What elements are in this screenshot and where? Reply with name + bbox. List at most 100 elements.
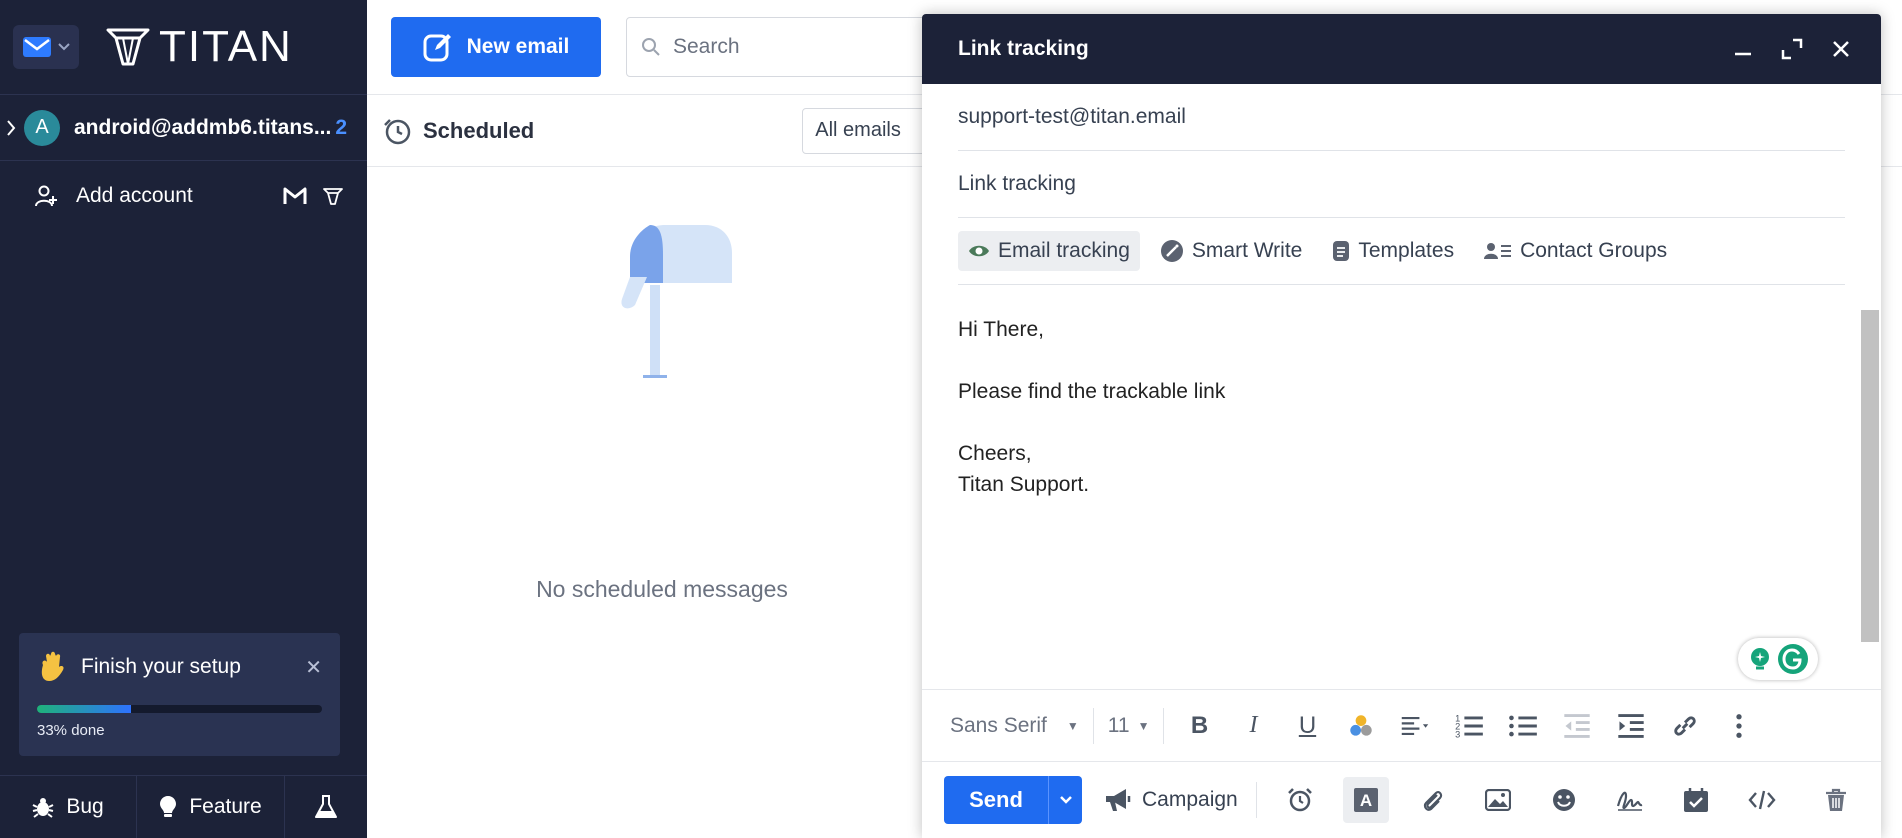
font-size-value: 11	[1107, 713, 1130, 737]
close-icon[interactable]	[1831, 39, 1851, 59]
body-line: Hi There,	[958, 318, 1044, 341]
contact-group-icon	[1484, 243, 1512, 259]
titan-logo: TITAN	[105, 22, 293, 72]
titan-small-icon[interactable]	[323, 186, 343, 206]
signature-icon	[1616, 791, 1643, 811]
body-line: Please find the trackable link	[958, 380, 1226, 403]
attach-button[interactable]	[1409, 777, 1455, 823]
avatar: A	[24, 109, 60, 146]
discard-draft-button[interactable]	[1813, 777, 1859, 823]
link-icon[interactable]	[1670, 711, 1700, 741]
text-format-toggle[interactable]: A	[1342, 777, 1389, 823]
message-body-editor[interactable]: Hi There, Please find the trackable link…	[958, 314, 1225, 500]
campaign-button[interactable]: Campaign	[1104, 787, 1238, 813]
setup-progress-fill	[37, 705, 132, 713]
flask-icon	[315, 795, 337, 818]
emoji-button[interactable]	[1541, 777, 1587, 823]
page-title: Scheduled	[423, 117, 535, 143]
contact-groups-button[interactable]: Contact Groups	[1474, 231, 1677, 271]
send-toolbar: Send Campaign A	[922, 762, 1881, 838]
emoji-icon	[1552, 789, 1575, 811]
trash-icon	[1826, 788, 1846, 811]
compose-tools-bar: Email tracking Smart Write Templates Con…	[958, 218, 1845, 285]
indent-icon[interactable]	[1616, 711, 1646, 741]
campaign-label: Campaign	[1142, 788, 1238, 811]
body-line: Titan Support.	[958, 473, 1090, 496]
smart-write-label: Smart Write	[1191, 239, 1303, 262]
compose-icon	[423, 34, 451, 62]
chevron-down-icon	[1059, 796, 1072, 804]
code-icon	[1748, 790, 1776, 810]
chevron-right-icon	[7, 119, 16, 136]
bug-label: Bug	[66, 795, 104, 818]
send-options-button[interactable]	[1048, 776, 1082, 824]
numbered-list-icon[interactable]: 123	[1454, 711, 1484, 741]
chevron-down-icon: ▼	[1066, 718, 1079, 733]
megaphone-icon	[1106, 789, 1131, 811]
setup-percent: 33% done	[37, 722, 105, 739]
close-icon[interactable]: ✕	[305, 655, 322, 680]
code-button[interactable]	[1739, 777, 1785, 823]
add-account-button[interactable]: Add account	[0, 161, 367, 231]
grammarly-suggestion-icon	[1751, 648, 1769, 670]
font-size-select[interactable]: 11 ▼	[1108, 714, 1150, 738]
calendar-check-icon	[1683, 788, 1708, 812]
chevron-down-icon: ▼	[1137, 718, 1150, 733]
grammarly-widget[interactable]	[1738, 638, 1818, 680]
to-field[interactable]: support-test@titan.email	[958, 84, 1845, 151]
font-family-select[interactable]: Sans Serif ▼	[950, 714, 1079, 738]
add-user-icon	[35, 185, 57, 207]
account-row[interactable]: A android@addmb6.titans... 2	[0, 95, 367, 161]
template-icon	[1333, 241, 1350, 261]
bug-report-button[interactable]: Bug	[0, 776, 137, 838]
formatting-toolbar: Sans Serif ▼ 11 ▼ B I U 123	[922, 689, 1881, 762]
image-icon	[1484, 789, 1511, 811]
bullet-list-icon[interactable]	[1508, 711, 1538, 741]
bold-icon[interactable]: B	[1184, 711, 1214, 741]
calendar-button[interactable]	[1673, 777, 1719, 823]
insert-image-button[interactable]	[1475, 777, 1521, 823]
subject-field[interactable]: Link tracking	[958, 151, 1845, 218]
expand-icon[interactable]	[1781, 38, 1803, 60]
body-line: Cheers,	[958, 442, 1032, 465]
italic-icon[interactable]: I	[1238, 711, 1268, 741]
templates-button[interactable]: Templates	[1322, 231, 1464, 271]
app-switcher-button[interactable]	[13, 25, 79, 69]
scheduled-clock-icon	[384, 118, 411, 144]
color-palette-icon[interactable]	[1346, 711, 1376, 741]
more-vertical-icon[interactable]	[1724, 711, 1754, 741]
svg-text:A: A	[1360, 791, 1372, 810]
sidebar-footer: Bug Feature	[0, 775, 367, 838]
send-button[interactable]: Send	[944, 776, 1048, 824]
schedule-send-button[interactable]	[1277, 777, 1323, 823]
lightbulb-icon	[160, 796, 177, 817]
gmail-icon[interactable]	[283, 187, 307, 205]
labs-button[interactable]	[285, 776, 367, 838]
grammarly-icon	[1778, 644, 1808, 674]
magic-wand-icon	[1160, 240, 1183, 262]
compose-header: Link tracking	[922, 14, 1881, 84]
new-email-button[interactable]: New email	[391, 17, 601, 77]
contact-groups-label: Contact Groups	[1520, 239, 1668, 262]
underline-icon[interactable]: U	[1292, 711, 1322, 741]
chevron-down-icon	[58, 43, 70, 51]
templates-label: Templates	[1358, 239, 1455, 262]
minimize-icon[interactable]	[1733, 39, 1753, 59]
body-scrollbar[interactable]	[1861, 310, 1879, 642]
empty-state-text: No scheduled messages	[536, 576, 788, 602]
signature-button[interactable]	[1607, 777, 1653, 823]
svg-text:3: 3	[1456, 729, 1461, 739]
add-account-label: Add account	[76, 184, 193, 207]
align-icon[interactable]	[1400, 711, 1430, 741]
smart-write-button[interactable]: Smart Write	[1150, 231, 1312, 271]
bug-icon	[32, 798, 54, 818]
outdent-icon[interactable]	[1562, 711, 1592, 741]
sidebar: TITAN A android@addmb6.titans... 2 Add a…	[0, 0, 367, 838]
setup-progress-bar	[37, 705, 322, 713]
finish-setup-card[interactable]: Finish your setup ✕ 33% done	[19, 633, 340, 756]
feature-request-button[interactable]: Feature	[137, 776, 285, 838]
search-placeholder: Search	[673, 35, 740, 58]
setup-title: Finish your setup	[81, 655, 241, 678]
email-tracking-button[interactable]: Email tracking	[958, 231, 1140, 271]
unread-count-badge: 2	[335, 115, 348, 139]
